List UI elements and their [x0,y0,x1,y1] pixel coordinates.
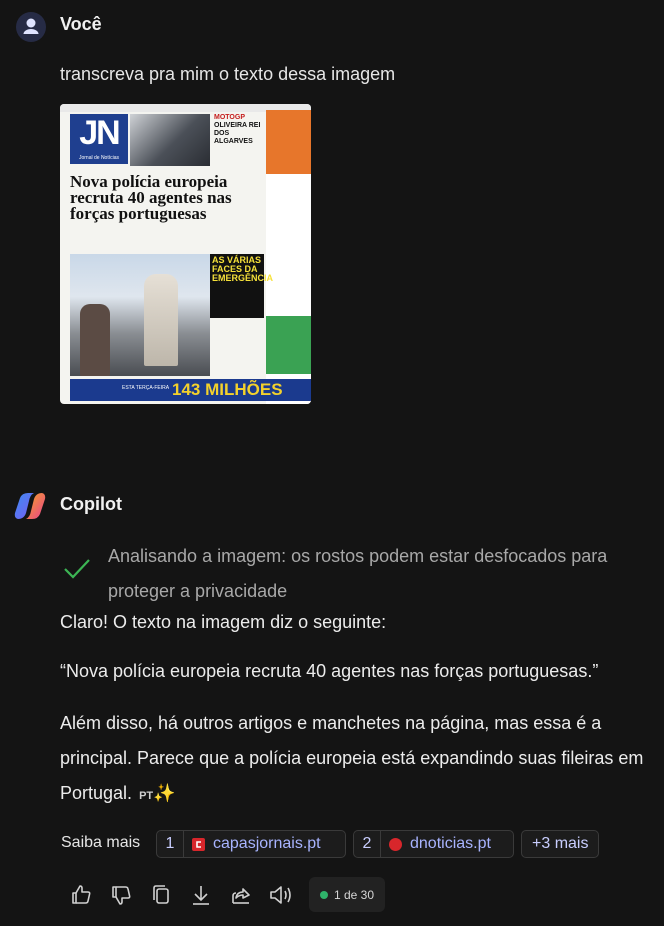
source-chip-2[interactable]: 2 dnoticias.pt [353,830,514,858]
paper-banner-sub: ESTA TERÇA-FEIRA [122,385,170,391]
paper-kicker-headline: OLIVEIRA REI DOS ALGARVES [214,122,261,145]
answer-body: Além disso, há outros artigos e manchete… [60,706,660,814]
paper-top-photo [130,114,210,166]
thumbs-down-icon[interactable] [106,880,136,910]
paper-sidebar-ad [266,316,311,374]
newspaper-logo-subtitle: Jornal de Notícias [78,155,120,161]
answer-quote: “Nova polícia europeia recruta 40 agente… [60,661,599,681]
user-message: transcreva pra mim o texto dessa imagem [60,64,396,84]
thumbs-up-icon[interactable] [66,880,96,910]
attached-image[interactable]: JN Jornal de Notícias MOTOGP OLIVEIRA RE… [60,104,311,404]
source-number: 2 [354,831,381,857]
capasjornais-favicon-icon [192,837,205,851]
source-label: dnoticias.pt [410,835,491,852]
copilot-logo-icon [14,490,46,527]
copilot-name: Copilot [60,494,122,514]
read-aloud-icon[interactable] [266,880,296,910]
source-chip-1[interactable]: 1 capasjornais.pt [156,830,346,858]
user-avatar [16,12,46,42]
pager-label: 1 de 30 [333,887,375,902]
sparkle-icon: ✨ [153,783,176,803]
check-icon [62,556,92,587]
paper-kicker: MOTOGP [214,114,245,121]
paper-photo-figure [144,274,178,366]
download-icon[interactable] [186,880,216,910]
share-icon[interactable] [226,880,256,910]
paper-photo-figure [80,304,110,376]
source-label: capasjornais.pt [213,835,321,852]
copy-icon[interactable] [146,880,176,910]
paper-banner-text: 143 MILHÕES [172,380,283,399]
learn-more-label: Saiba mais [61,834,141,851]
paper-boxed-headline: AS VÁRIAS FACES DA EMERGÊNCIA [212,255,274,283]
paper-sidebar-top [266,110,311,174]
analysis-status: Analisando a imagem: os rostos podem est… [108,546,608,601]
status-dot-icon [319,890,328,899]
source-number: 1 [157,831,184,857]
dnoticias-favicon-icon [389,837,402,851]
user-name: Você [60,14,102,34]
answer-intro: Claro! O texto na imagem diz o seguinte: [60,612,387,632]
response-pager[interactable]: 1 de 30 [309,877,385,912]
language-tag: PT [139,790,154,802]
more-sources-button[interactable]: +3 mais [521,830,600,858]
paper-headline: Nova polícia europeia recruta 40 agentes… [70,172,232,223]
